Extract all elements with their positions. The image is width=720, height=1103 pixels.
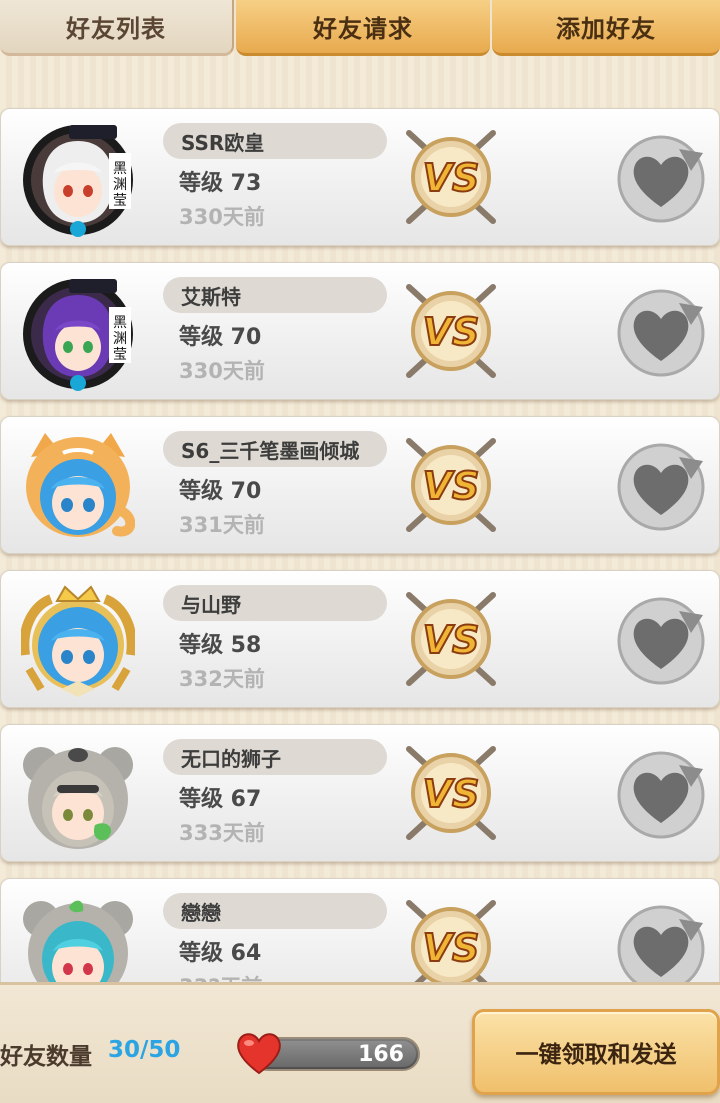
tab-friend-requests[interactable]: 好友请求 — [236, 0, 490, 56]
vs-icon: VS — [406, 746, 496, 840]
avatar-koala-hood-icon — [23, 747, 133, 849]
avatar-purple-hair-icon: 黑 渊 莹 — [23, 279, 133, 391]
footer-bar: 好友数量 30/50 166 一键领取和发送 — [0, 982, 720, 1103]
avatar-white-hair-icon: 黑 渊 莹 — [23, 125, 133, 237]
friend-level: 等级 70 — [179, 325, 262, 350]
avatar-dog-hood-icon — [26, 433, 136, 537]
send-heart-button[interactable] — [617, 131, 709, 223]
friend-level: 等级 64 — [179, 941, 262, 966]
send-heart-button[interactable] — [617, 593, 709, 685]
friend-name: 艾斯特 — [163, 277, 387, 313]
svg-text:VS: VS — [423, 156, 480, 200]
last-seen: 333天前 — [179, 821, 265, 845]
tab-add-friend[interactable]: 添加好友 — [492, 0, 720, 56]
heart-send-icon — [617, 135, 705, 223]
svg-text:莹: 莹 — [113, 347, 127, 363]
avatar[interactable]: 黑 渊 莹 — [21, 277, 135, 391]
claim-and-send-all-button[interactable]: 一键领取和发送 — [472, 1009, 720, 1095]
svg-text:渊: 渊 — [113, 177, 127, 193]
last-seen: 332天前 — [179, 667, 265, 691]
vs-challenge-button[interactable]: VS — [403, 741, 499, 845]
send-heart-button[interactable] — [617, 285, 709, 377]
friend-level: 等级 67 — [179, 787, 262, 812]
avatar[interactable] — [21, 431, 136, 545]
friend-count-label: 好友数量 — [0, 1044, 92, 1070]
svg-text:VS: VS — [423, 618, 480, 662]
svg-text:VS: VS — [423, 310, 480, 354]
friend-name: 与山野 — [163, 585, 387, 621]
friend-count-value: 30/50 — [108, 1037, 181, 1063]
vs-challenge-button[interactable]: VS — [403, 587, 499, 691]
svg-text:VS: VS — [423, 926, 480, 970]
vs-challenge-button[interactable]: VS — [403, 895, 499, 982]
svg-text:VS: VS — [423, 464, 480, 508]
avatar-koala-hood-icon — [23, 900, 133, 982]
vs-challenge-button[interactable]: VS — [403, 279, 499, 383]
friend-level: 等级 73 — [179, 171, 262, 196]
friend-row[interactable]: 与山野 等级 58 332天前 VS — [0, 570, 720, 708]
svg-text:黑: 黑 — [113, 315, 127, 331]
heart-send-icon — [617, 905, 705, 982]
heart-send-icon — [617, 597, 705, 685]
last-seen: 330天前 — [179, 359, 265, 383]
heart-send-icon — [617, 751, 705, 839]
friend-name: 戀戀 — [163, 893, 387, 929]
avatar-gold-crown-icon — [19, 585, 137, 697]
last-seen: 330天前 — [179, 205, 265, 229]
friend-list[interactable]: 黑 渊 莹 SSR欧皇 等级 73 330天前 VS 黑 渊 莹 艾斯特 等级 … — [0, 60, 720, 982]
vs-icon: VS — [406, 900, 496, 982]
friend-level: 等级 58 — [179, 633, 262, 658]
vs-icon: VS — [406, 592, 496, 686]
vs-icon: VS — [406, 284, 496, 378]
friend-name: S6_三千笔墨画倾城 — [163, 431, 387, 467]
vs-challenge-button[interactable]: VS — [403, 433, 499, 537]
avatar[interactable]: 黑 渊 莹 — [21, 123, 135, 237]
avatar[interactable] — [19, 585, 137, 699]
avatar[interactable] — [21, 739, 135, 853]
svg-text:莹: 莹 — [113, 193, 127, 209]
vs-icon: VS — [406, 438, 496, 532]
svg-text:渊: 渊 — [113, 331, 127, 347]
last-seen: 331天前 — [179, 513, 265, 537]
heart-send-icon — [617, 443, 705, 531]
tab-friend-list[interactable]: 好友列表 — [0, 0, 234, 56]
friends-screen: 好友列表 好友请求 添加好友 黑 渊 莹 SSR欧皇 等级 73 330天前 V… — [0, 0, 720, 1103]
friend-row[interactable]: 戀戀 等级 64 33?天前 VS — [0, 878, 720, 982]
tab-bar: 好友列表 好友请求 添加好友 — [0, 0, 720, 58]
friend-level: 等级 70 — [179, 479, 262, 504]
svg-text:VS: VS — [423, 772, 480, 816]
last-seen: 33?天前 — [179, 971, 262, 982]
stamina-value: 166 — [358, 1042, 404, 1067]
send-heart-button[interactable] — [617, 901, 709, 982]
friend-name: 无口的狮子 — [163, 739, 387, 775]
friend-row[interactable]: 无口的狮子 等级 67 333天前 VS — [0, 724, 720, 862]
heart-send-icon — [617, 289, 705, 377]
avatar[interactable] — [21, 893, 135, 982]
vs-challenge-button[interactable]: VS — [403, 125, 499, 229]
friend-row[interactable]: 黑 渊 莹 艾斯特 等级 70 330天前 VS — [0, 262, 720, 400]
friend-row[interactable]: 黑 渊 莹 SSR欧皇 等级 73 330天前 VS — [0, 108, 720, 246]
friend-row[interactable]: S6_三千笔墨画倾城 等级 70 331天前 VS — [0, 416, 720, 554]
send-heart-button[interactable] — [617, 439, 709, 531]
heart-icon — [237, 1033, 281, 1075]
friend-name: SSR欧皇 — [163, 123, 387, 159]
send-heart-button[interactable] — [617, 747, 709, 839]
vs-icon: VS — [406, 130, 496, 224]
svg-text:黑: 黑 — [113, 161, 127, 177]
